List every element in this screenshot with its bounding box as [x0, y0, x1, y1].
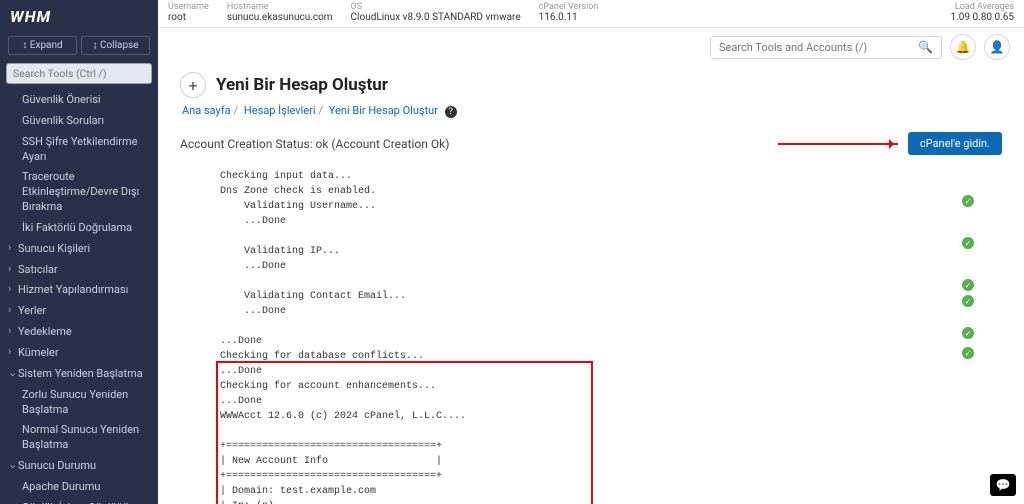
- check-icon: ✓: [962, 327, 974, 339]
- tool-search-input[interactable]: [711, 37, 910, 58]
- crumb-home[interactable]: Ana sayfa: [182, 104, 231, 117]
- check-icon: ✓: [962, 195, 974, 207]
- expand-button[interactable]: ↕ Expand: [8, 36, 77, 55]
- sidebar-item[interactable]: Apache Durumu: [0, 477, 158, 498]
- tool-search[interactable]: 🔍: [710, 36, 942, 59]
- collapse-button[interactable]: ↨ Collapse: [81, 36, 150, 55]
- sidebar-item[interactable]: Günlük İşlem Günlüğü: [0, 498, 158, 504]
- breadcrumb: Ana sayfa/ Hesap İşlevleri/ Yeni Bir Hes…: [182, 104, 1002, 118]
- console-output-wrap: Checking input data... Dns Zone check is…: [180, 165, 1002, 504]
- goto-cpanel-button[interactable]: cPanel'e gidin.: [908, 132, 1002, 155]
- check-icon: ✓: [962, 347, 974, 359]
- server-info-col: cPanel Version116.0.11: [539, 2, 599, 23]
- sidebar-item[interactable]: Sunucu Kişileri: [0, 239, 158, 260]
- annotation-arrow: [778, 143, 898, 145]
- whm-logo: WHM: [0, 0, 158, 32]
- sidebar-item[interactable]: SSH Şifre Yetkilendirme Ayarı: [0, 132, 158, 168]
- sidebar-item[interactable]: Satıcılar: [0, 260, 158, 281]
- sidebar-item[interactable]: Yedekleme: [0, 322, 158, 343]
- sidebar-item[interactable]: Kümeler: [0, 343, 158, 364]
- main-area: Usernameroot Hostnamesunucu.ekasunucu.com…: [158, 0, 1024, 504]
- check-icon: ✓: [962, 279, 974, 291]
- server-info-col: Usernameroot: [168, 2, 209, 23]
- sidebar-item[interactable]: Yerler: [0, 301, 158, 322]
- account-button[interactable]: 👤: [984, 34, 1010, 60]
- search-icon: 🔍: [910, 40, 941, 54]
- sidebar-item[interactable]: Sistem Yeniden Başlatma: [0, 364, 158, 385]
- sidebar-search-input[interactable]: [6, 63, 152, 84]
- sidebar-item[interactable]: Traceroute Etkinleştirme/Devre Dışı Bıra…: [0, 167, 158, 218]
- server-info-col: OSCloudLinux v8.9.0 STANDARD vmware: [351, 2, 521, 23]
- crumb-functions[interactable]: Hesap İşlevleri: [244, 104, 316, 117]
- sidebar-item[interactable]: Sunucu Durumu: [0, 456, 158, 477]
- sidebar-item[interactable]: İki Faktörlü Doğrulama: [0, 218, 158, 239]
- page-title: Yeni Bir Hesap Oluştur: [216, 75, 388, 95]
- help-icon[interactable]: ?: [445, 106, 457, 118]
- annotation-highlight-box: [216, 361, 593, 504]
- server-info-bar: Usernameroot Hostnamesunucu.ekasunucu.com…: [158, 0, 1024, 28]
- content: + Yeni Bir Hesap Oluştur Ana sayfa/ Hesa…: [158, 66, 1024, 504]
- sidebar-item[interactable]: Güvenlik Soruları: [0, 111, 158, 132]
- sidebar: WHM ↕ Expand ↨ Collapse Güvenlik Önerisi…: [0, 0, 158, 504]
- sidebar-item[interactable]: Zorlu Sunucu Yeniden Başlatma: [0, 385, 158, 421]
- chat-widget[interactable]: 💬: [990, 474, 1016, 496]
- sidebar-item[interactable]: Normal Sunucu Yeniden Başlatma: [0, 420, 158, 456]
- server-info-col: Hostnamesunucu.ekasunucu.com: [227, 2, 333, 23]
- status-text: Account Creation Status: ok (Account Cre…: [180, 137, 449, 151]
- load-averages: Load Averages1.09 0.80 0.65: [951, 2, 1014, 23]
- check-icon: ✓: [962, 295, 974, 307]
- notifications-button[interactable]: 🔔: [950, 34, 976, 60]
- check-icon: ✓: [962, 237, 974, 249]
- toolbar-row: 🔍 🔔 👤: [158, 28, 1024, 66]
- crumb-current[interactable]: Yeni Bir Hesap Oluştur: [329, 104, 438, 117]
- sidebar-nav: Güvenlik ÖnerisiGüvenlik SorularıSSH Şif…: [0, 90, 158, 504]
- sidebar-item[interactable]: Güvenlik Önerisi: [0, 90, 158, 111]
- sidebar-item[interactable]: Hizmet Yapılandırması: [0, 280, 158, 301]
- page-icon: +: [180, 72, 206, 98]
